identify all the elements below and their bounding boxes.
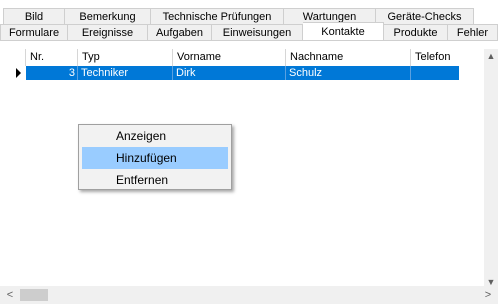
vertical-scrollbar[interactable]: ▲ ▼: [484, 49, 498, 289]
tab-formulare[interactable]: Formulare: [0, 24, 68, 40]
cell-telefon: [411, 66, 459, 80]
tab-technische-pruefungen[interactable]: Technische Prüfungen: [151, 8, 284, 24]
tab-geraete-checks[interactable]: Geräte-Checks: [376, 8, 474, 24]
tab-bemerkung[interactable]: Bemerkung: [65, 8, 151, 24]
tab-aufgaben[interactable]: Aufgaben: [148, 24, 212, 40]
tab-fehler[interactable]: Fehler: [448, 24, 498, 40]
cell-nr: 3: [26, 66, 78, 80]
row-header-corner: [12, 49, 26, 66]
tab-ereignisse[interactable]: Ereignisse: [68, 24, 148, 40]
grid-header-row: Nr. Typ Vorname Nachname Telefon: [12, 49, 461, 66]
menu-item-entfernen[interactable]: Entfernen: [82, 169, 228, 191]
scroll-up-icon[interactable]: ▲: [484, 49, 498, 63]
tab-control: Bild Bemerkung Technische Prüfungen Wart…: [0, 0, 498, 305]
tab-row-back: Bild Bemerkung Technische Prüfungen Wart…: [3, 8, 474, 24]
tab-panel-kontakte: Nr. Typ Vorname Nachname Telefon 3 Techn…: [0, 40, 498, 305]
row-pointer-icon: [16, 68, 21, 78]
horizontal-scrollbar[interactable]: < >: [0, 286, 498, 304]
cell-nachname: Schulz: [286, 66, 411, 80]
tab-row-front: Formulare Ereignisse Aufgaben Einweisung…: [0, 22, 498, 40]
menu-item-anzeigen[interactable]: Anzeigen: [82, 125, 228, 147]
row-header[interactable]: [12, 66, 26, 80]
cell-typ: Techniker: [78, 66, 173, 80]
context-menu: Anzeigen Hinzufügen Entfernen: [78, 124, 232, 190]
column-header-vorname[interactable]: Vorname: [173, 49, 286, 66]
scroll-right-icon[interactable]: >: [480, 286, 496, 304]
scroll-left-icon[interactable]: <: [2, 286, 18, 304]
tab-einweisungen[interactable]: Einweisungen: [212, 24, 303, 40]
tab-produkte[interactable]: Produkte: [384, 24, 448, 40]
column-header-typ[interactable]: Typ: [78, 49, 173, 66]
table-row[interactable]: 3 Techniker Dirk Schulz: [26, 66, 459, 80]
cell-vorname: Dirk: [173, 66, 286, 80]
column-header-nr[interactable]: Nr.: [26, 49, 78, 66]
column-header-nachname[interactable]: Nachname: [286, 49, 411, 66]
menu-item-hinzufuegen[interactable]: Hinzufügen: [82, 147, 228, 169]
column-header-telefon[interactable]: Telefon: [411, 49, 461, 66]
tab-kontakte[interactable]: Kontakte: [303, 22, 384, 40]
horizontal-scroll-thumb[interactable]: [20, 289, 48, 301]
tab-bild[interactable]: Bild: [3, 8, 65, 24]
